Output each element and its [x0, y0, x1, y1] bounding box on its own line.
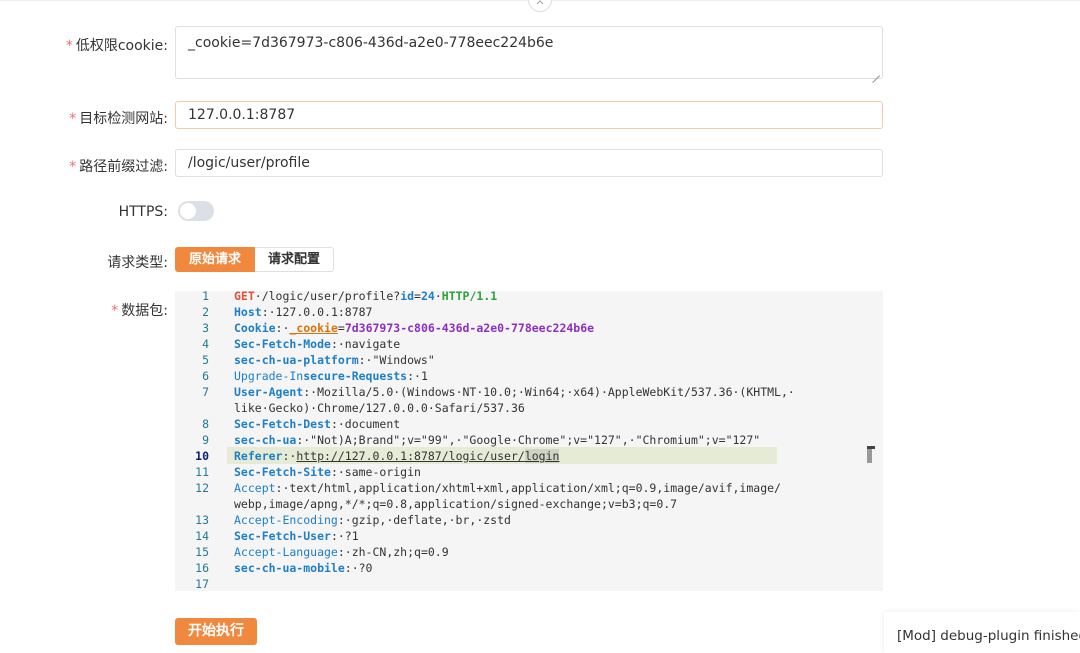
line-code: Accept-Language:·zh-CN,zh;q=0.9	[234, 545, 449, 559]
line-number: 7	[202, 385, 209, 399]
packet-label: * 数据包:	[111, 300, 168, 320]
label-colon: :	[163, 303, 168, 319]
line-number: 1	[202, 291, 209, 303]
path-prefix-value: /logic/user/profile	[188, 155, 310, 171]
https-label: HTTPS:	[119, 204, 168, 220]
line-code: sec-ch-ua:·"Not)A;Brand";v="99",·"Google…	[234, 433, 761, 447]
https-label-text: HTTPS	[118, 204, 164, 220]
code-editor[interactable]: 1 GET·/logic/user/profile?id=24·HTTP/1.1 2…	[175, 291, 883, 591]
line-code: sec-ch-ua-mobile:·?0	[234, 561, 373, 575]
line-code: Accept:·text/html,application/xhtml+xml,…	[234, 481, 781, 495]
line-number: 3	[202, 321, 209, 335]
line-code: Upgrade-Insecure-Requests:·1	[234, 369, 428, 383]
label-colon: :	[163, 38, 168, 54]
request-type-label-text: 请求类型	[107, 255, 164, 271]
chevron-up-icon[interactable]	[528, 0, 552, 12]
line-code: webp,image/apng,*/*;q=0.8,application/si…	[234, 497, 678, 511]
prefix-label-text: 路径前缀过滤	[79, 159, 164, 175]
line-number: 17	[195, 577, 209, 591]
line-number: 12	[195, 481, 209, 495]
line-code: Sec-Fetch-Mode:·navigate	[234, 337, 401, 351]
label-colon: :	[163, 111, 168, 127]
required-mark: *	[69, 111, 77, 127]
target-site-input[interactable]: 127.0.0.1:8787	[175, 101, 883, 129]
cookie-value: _cookie=7d367973-c806-436d-a2e0-778eec22…	[188, 35, 554, 51]
line-number: 9	[202, 433, 209, 447]
target-label: * 目标检测网站:	[69, 108, 168, 128]
request-type-label: 请求类型:	[107, 252, 168, 272]
target-label-text: 目标检测网站	[79, 111, 164, 127]
label-colon: :	[163, 204, 168, 220]
cookie-label-text: 低权限cookie	[75, 38, 164, 54]
line-number: 5	[202, 353, 209, 367]
line-number: 8	[202, 417, 209, 431]
line-code: GET·/logic/user/profile?id=24·HTTP/1.1	[234, 291, 498, 303]
line-number: 6	[202, 369, 209, 383]
cookie-textarea[interactable]: _cookie=7d367973-c806-436d-a2e0-778eec22…	[175, 26, 883, 79]
line-code: Sec-Fetch-User:·?1	[234, 529, 359, 543]
line-code: Sec-Fetch-Dest:·document	[234, 417, 401, 431]
scrollbar-thumb[interactable]	[867, 449, 872, 463]
start-run-button[interactable]: 开始执行	[175, 618, 257, 645]
line-number: 4	[202, 337, 209, 351]
notification-toast: [Mod] debug-plugin finished	[884, 612, 1080, 653]
toggle-knob	[180, 203, 196, 219]
required-mark: *	[65, 38, 73, 54]
tab-request-config[interactable]: 请求配置	[255, 247, 334, 272]
line-number: 16	[195, 561, 209, 575]
https-toggle[interactable]	[178, 201, 214, 221]
line-code: Referer:·http://127.0.0.1:8787/logic/use…	[234, 449, 560, 463]
line-code: Host:·127.0.0.1:8787	[234, 305, 373, 319]
resize-handle-icon[interactable]	[872, 68, 880, 76]
required-mark: *	[111, 303, 119, 319]
label-colon: :	[163, 255, 168, 271]
label-colon: :	[163, 159, 168, 175]
line-code: Accept-Encoding:·gzip,·deflate,·br,·zstd	[234, 513, 511, 527]
line-number: 13	[195, 513, 209, 527]
line-number: 14	[195, 529, 209, 543]
packet-label-text: 数据包	[121, 303, 164, 319]
line-code: like·Gecko)·Chrome/127.0.0.0·Safari/537.…	[234, 401, 525, 415]
tab-raw-request[interactable]: 原始请求	[175, 247, 255, 272]
required-mark: *	[69, 159, 77, 175]
cookie-label: * 低权限cookie:	[66, 35, 168, 55]
line-number: 15	[195, 545, 209, 559]
line-number: 11	[195, 465, 209, 479]
target-site-value: 127.0.0.1:8787	[188, 107, 296, 123]
prefix-label: * 路径前缀过滤:	[69, 156, 168, 176]
line-number: 2	[202, 305, 209, 319]
path-prefix-input[interactable]: /logic/user/profile	[175, 149, 883, 177]
line-code: sec-ch-ua-platform:·"Windows"	[234, 353, 435, 367]
line-code: User-Agent:·Mozilla/5.0·(Windows·NT·10.0…	[234, 385, 795, 399]
line-number: 10	[195, 449, 209, 463]
line-code: Sec-Fetch-Site:·same-origin	[234, 465, 421, 479]
collapse-chevron	[536, 0, 544, 5]
line-code: Cookie:·_cookie=7d367973-c806-436d-a2e0-…	[234, 321, 595, 335]
